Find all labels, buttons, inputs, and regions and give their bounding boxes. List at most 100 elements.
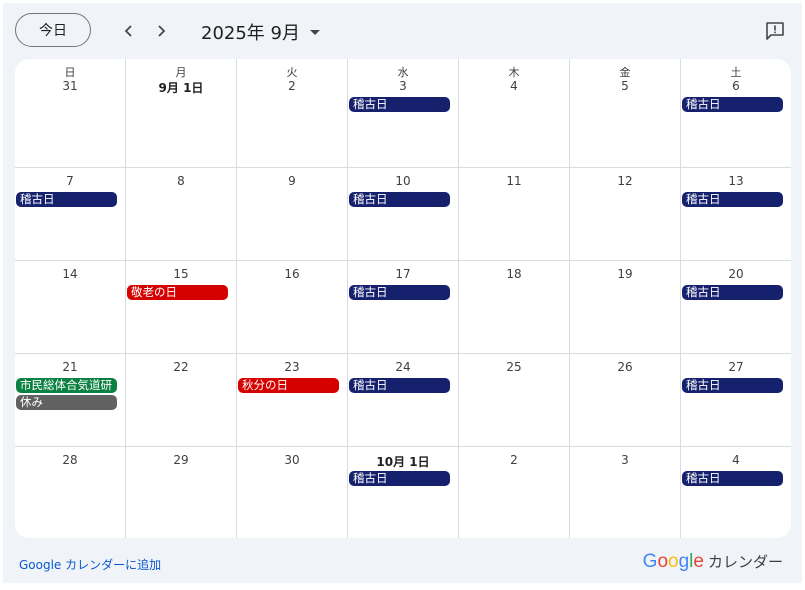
day-number[interactable]: 9月 1日 (126, 79, 236, 96)
event-chip[interactable]: 秋分の日 (238, 378, 339, 393)
day-number[interactable]: 20 (681, 267, 791, 281)
day-number[interactable]: 29 (126, 453, 236, 467)
day-cell[interactable]: 22 (126, 354, 237, 447)
event-chip[interactable]: 市民総体合気道研 (16, 378, 117, 393)
day-cell[interactable]: 金5 (570, 59, 681, 168)
day-number[interactable]: 8 (126, 174, 236, 188)
day-number[interactable]: 13 (681, 174, 791, 188)
event-chip[interactable]: 稽古日 (349, 97, 450, 112)
day-number[interactable]: 25 (459, 360, 569, 374)
day-number[interactable]: 2 (237, 79, 347, 93)
day-cell[interactable]: 16 (237, 261, 348, 354)
day-cell[interactable]: 12 (570, 168, 681, 261)
event-chip[interactable]: 稽古日 (16, 192, 117, 207)
day-number[interactable]: 14 (15, 267, 125, 281)
event-chip[interactable]: 稽古日 (682, 285, 783, 300)
day-number[interactable]: 18 (459, 267, 569, 281)
day-number[interactable]: 31 (15, 79, 125, 93)
day-cell[interactable]: 4 稽古日 (681, 447, 791, 538)
day-cell[interactable]: 17 稽古日 (348, 261, 459, 354)
day-cell[interactable]: 月 9月 1日 (126, 59, 237, 168)
day-number[interactable]: 24 (348, 360, 458, 374)
day-cell[interactable]: 3 (570, 447, 681, 538)
day-number[interactable]: 4 (459, 79, 569, 93)
prev-month-button[interactable] (118, 20, 140, 42)
day-number[interactable]: 10月 1日 (348, 453, 458, 470)
day-number[interactable]: 23 (237, 360, 347, 374)
day-cell[interactable]: 土 6 稽古日 (681, 59, 791, 168)
day-cell[interactable]: 10 稽古日 (348, 168, 459, 261)
day-cell[interactable]: 24 稽古日 (348, 354, 459, 447)
day-number[interactable]: 26 (570, 360, 680, 374)
add-to-google-calendar-link[interactable]: Google カレンダーに追加 (19, 556, 161, 573)
day-number[interactable]: 3 (570, 453, 680, 467)
day-number[interactable]: 21 (15, 360, 125, 374)
day-cell[interactable]: 日 31 (15, 59, 126, 168)
day-cell[interactable]: 水 3 稽古日 (348, 59, 459, 168)
day-number[interactable]: 9 (237, 174, 347, 188)
event-chip[interactable]: 敬老の日 (127, 285, 228, 300)
next-month-button[interactable] (150, 20, 172, 42)
feedback-button[interactable] (764, 20, 786, 42)
month-grid: 日 31 月 9月 1日火 2 水 3 稽古日木 4 金 5 土 6 稽古日 7 稽古日 8 9 10 稽古日 11 12… (15, 59, 791, 538)
day-cell[interactable]: 20 稽古日 (681, 261, 791, 354)
day-cell[interactable]: 21 市民総体合気道研 休み (15, 354, 126, 447)
day-number[interactable]: 10 (348, 174, 458, 188)
day-number[interactable]: 27 (681, 360, 791, 374)
month-picker[interactable]: 2025年 9月 (201, 19, 320, 45)
day-number[interactable]: 17 (348, 267, 458, 281)
day-number[interactable]: 28 (15, 453, 125, 467)
today-button[interactable]: 今日 (15, 13, 91, 47)
event-chip[interactable]: 稽古日 (682, 97, 783, 112)
day-cell[interactable]: 14 (15, 261, 126, 354)
event-chip[interactable]: 稽古日 (349, 378, 450, 393)
day-cell[interactable]: 25 (459, 354, 570, 447)
weekday-header: 木 (508, 66, 520, 79)
day-number[interactable]: 16 (237, 267, 347, 281)
day-number[interactable]: 7 (15, 174, 125, 188)
day-cell[interactable]: 木4 (459, 59, 570, 168)
day-cell[interactable]: 29 (126, 447, 237, 538)
day-number[interactable]: 15 (126, 267, 236, 281)
day-number[interactable]: 11 (459, 174, 569, 188)
day-cell[interactable]: 7 稽古日 (15, 168, 126, 261)
event-chip[interactable]: 休み (16, 395, 117, 410)
day-cell[interactable]: 11 (459, 168, 570, 261)
day-number[interactable]: 2 (459, 453, 569, 467)
day-cell[interactable]: 9 (237, 168, 348, 261)
event-chip[interactable]: 稽古日 (349, 192, 450, 207)
day-cell[interactable]: 8 (126, 168, 237, 261)
day-cell[interactable]: 2 (459, 447, 570, 538)
day-cell[interactable]: 23 秋分の日 (237, 354, 348, 447)
day-cell[interactable]: 15 敬老の日 (126, 261, 237, 354)
day-number[interactable]: 3 (348, 79, 458, 93)
day-number[interactable]: 30 (237, 453, 347, 467)
day-cell[interactable]: 28 (15, 447, 126, 538)
chevron-right-icon (158, 25, 166, 37)
day-number[interactable]: 6 (681, 79, 791, 93)
day-number[interactable]: 22 (126, 360, 236, 374)
event-chip[interactable]: 稽古日 (682, 378, 783, 393)
dropdown-caret-icon (309, 29, 320, 35)
day-number[interactable]: 4 (681, 453, 791, 467)
day-number[interactable]: 19 (570, 267, 680, 281)
event-chip[interactable]: 稽古日 (349, 285, 450, 300)
day-cell[interactable]: 10月 1日 稽古日 (348, 447, 459, 538)
day-cell[interactable]: 13 稽古日 (681, 168, 791, 261)
day-number[interactable]: 12 (570, 174, 680, 188)
day-cell[interactable]: 19 (570, 261, 681, 354)
google-wordmark: Google (643, 551, 704, 573)
day-number[interactable]: 5 (570, 79, 680, 93)
day-cell[interactable]: 火2 (237, 59, 348, 168)
day-cell[interactable]: 18 (459, 261, 570, 354)
chevron-left-icon (124, 25, 132, 37)
day-cell[interactable]: 27 稽古日 (681, 354, 791, 447)
day-cell[interactable]: 26 (570, 354, 681, 447)
wordmark-letter: G (642, 551, 658, 572)
day-cell[interactable]: 30 (237, 447, 348, 538)
weekday-header: 水 (397, 66, 409, 79)
event-chip[interactable]: 稽古日 (682, 192, 783, 207)
calendar-embed: 今日 2025年 9月 日 31 月 9月 1日火 2 水 3 稽古日木 4 金 5 土 6 稽古日 7 稽古… (3, 3, 802, 583)
event-chip[interactable]: 稽古日 (349, 471, 450, 486)
event-chip[interactable]: 稽古日 (682, 471, 783, 486)
